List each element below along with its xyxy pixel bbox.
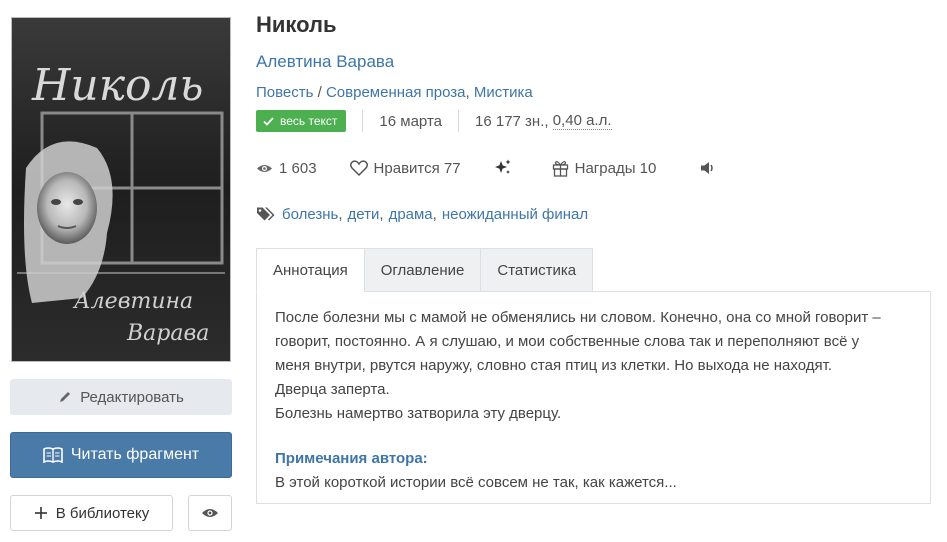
views-count: 1 603 [279, 159, 317, 177]
meta-row: весь текст 16 марта 16 177 зн., 0,40 а.л… [256, 109, 612, 133]
svg-text:Алевтина: Алевтина [72, 289, 193, 314]
sparkles-button[interactable] [494, 159, 512, 177]
tag-link[interactable]: болезнь [282, 206, 338, 223]
heart-icon [349, 160, 368, 176]
awards-count: 10 [639, 159, 657, 177]
annotation-line: Дверца заперта. [275, 381, 390, 398]
tab-bar: Аннотация Оглавление Статистика [256, 248, 594, 292]
add-to-library-button[interactable]: В библиотеку [10, 495, 173, 531]
book-icon [43, 447, 63, 463]
author-notes-text: В этой короткой истории всё совсем не та… [275, 474, 677, 491]
stats-row: 1 603 Нравится 77 Награды 10 [256, 156, 755, 180]
likes-count: 77 [443, 159, 461, 177]
size-sheets[interactable]: 0,40 а.л. [552, 112, 612, 130]
svg-text:Николь: Николь [31, 60, 203, 111]
tab-statistics[interactable]: Статистика [481, 248, 594, 292]
read-fragment-label: Читать фрагмент [70, 446, 200, 463]
pencil-icon [58, 390, 72, 404]
genre-separator: / [317, 84, 322, 101]
annotation-line: После болезни мы с мамой не обменялись н… [275, 309, 881, 326]
check-icon [263, 116, 274, 126]
audio-button[interactable] [700, 161, 722, 175]
annotation-line: Болезнь намертво затворила эту дверцу. [275, 405, 562, 422]
genre-link[interactable]: Мистика [474, 84, 533, 101]
tab-annotation[interactable]: Аннотация [256, 248, 365, 292]
badge-label: весь текст [280, 114, 338, 128]
views-stat: 1 603 [256, 160, 317, 177]
annotation-line: говорит, постоянно. А я слушаю, и мои со… [275, 333, 860, 350]
sparkles-icon [494, 159, 512, 177]
awards-button[interactable]: Награды 10 [552, 159, 657, 177]
tag-link[interactable]: неожиданный финал [442, 206, 588, 223]
author-link[interactable]: Алевтина Варава [256, 52, 394, 72]
tag-link[interactable]: дети [348, 206, 380, 223]
edit-button-label: Редактировать [80, 388, 184, 406]
svg-text:Варава: Варава [126, 321, 209, 346]
gift-icon [552, 160, 569, 177]
genre-link[interactable]: Современная проза [326, 84, 466, 101]
awards-label: Награды [574, 159, 636, 177]
read-fragment-button[interactable]: Читать фрагмент [10, 432, 232, 478]
genre-form-link[interactable]: Повесть [256, 84, 313, 101]
author-notes-title: Примечания автора: [275, 450, 428, 467]
tag-link[interactable]: драма [389, 206, 433, 223]
annotation-panel: После болезни мы с мамой не обменялись н… [256, 291, 931, 504]
genres: Повесть / Современная проза, Мистика [256, 84, 533, 101]
full-text-badge: весь текст [256, 110, 347, 132]
edit-button[interactable]: Редактировать [10, 379, 232, 415]
like-button[interactable]: Нравится 77 [349, 159, 461, 177]
plus-icon [34, 506, 48, 520]
tags-row: болезнь, дети, драма, неожиданный финал [256, 203, 588, 225]
book-cover[interactable]: Николь Алевтина Варава [12, 18, 230, 361]
speaker-icon [700, 161, 716, 175]
eye-icon [256, 163, 273, 174]
book-page: Николь Алевтина Варава Редактировать Чит… [0, 0, 947, 542]
eye-icon [201, 507, 219, 519]
annotation-line: меня внутри, рвутся наружу, словно стая … [275, 357, 832, 374]
book-title: Николь [256, 12, 337, 37]
divider [458, 110, 459, 132]
tag-icon [256, 206, 276, 222]
divider [362, 110, 364, 132]
likes-label: Нравится [373, 159, 440, 177]
tab-contents[interactable]: Оглавление [364, 248, 482, 292]
watch-button[interactable] [188, 495, 232, 531]
add-to-library-label: В библиотеку [55, 504, 150, 522]
size-chars: 16 177 зн., [475, 112, 549, 130]
publish-date: 16 марта [379, 112, 442, 130]
